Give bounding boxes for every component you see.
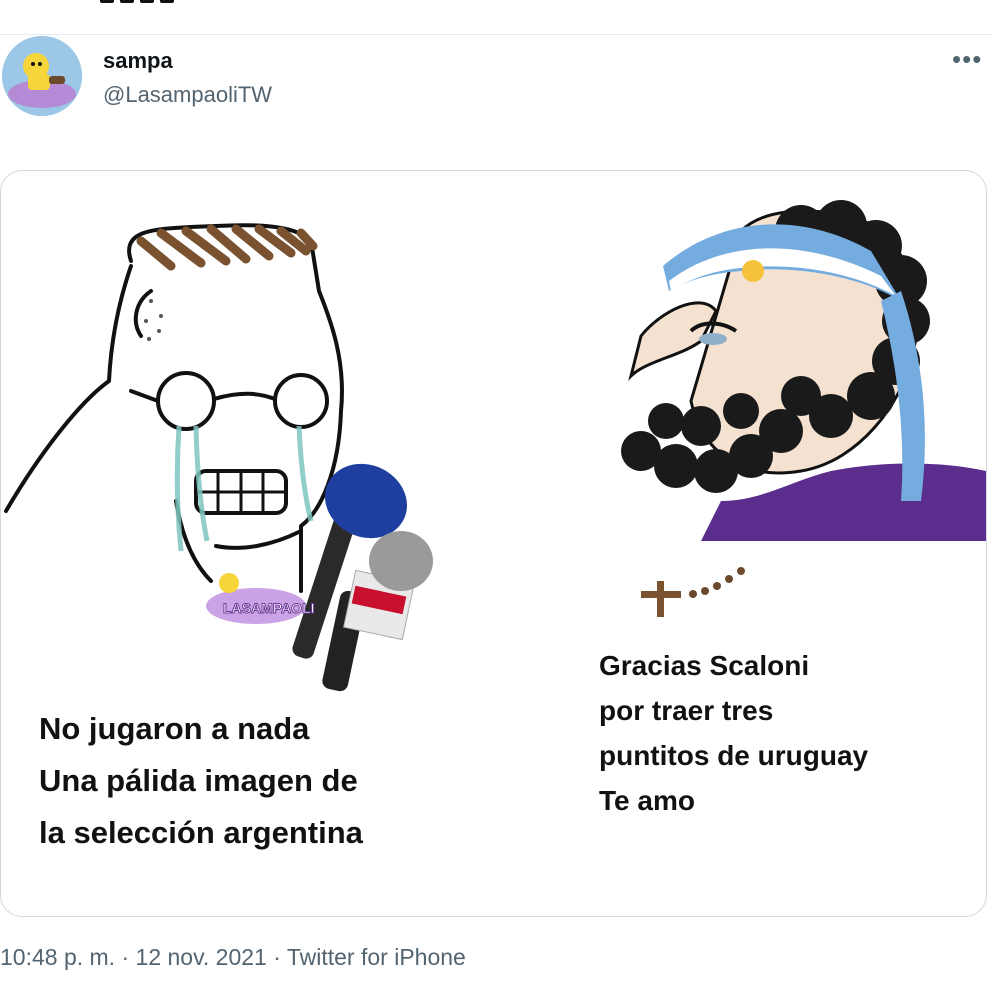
caption-line: la selección argentina — [39, 815, 363, 850]
chad-character — [621, 200, 986, 617]
watermark-text: LASAMPAOLI — [223, 600, 315, 616]
separator: · — [266, 944, 287, 970]
avatar-image — [2, 36, 82, 116]
tweet-meta: 10:48 p. m. · 12 nov. 2021 · Twitter for… — [0, 944, 466, 971]
right-caption: Gracias Scaloni por traer tres puntitos … — [599, 643, 868, 823]
author-name[interactable]: sampa — [103, 48, 173, 74]
cropped-header-text — [100, 0, 200, 4]
caption-line: Una pálida imagen de — [39, 763, 358, 798]
tweet-media[interactable]: LASAMPAOLI No jugaron a nada Una pálida … — [0, 170, 987, 917]
author-handle[interactable]: @LasampaoliTW — [103, 82, 272, 108]
caption-line: puntitos de uruguay — [599, 740, 869, 771]
stubble — [144, 299, 163, 341]
hair — [136, 224, 318, 271]
left-caption: No jugaron a nada Una pálida imagen de l… — [39, 703, 363, 859]
tears — [174, 425, 314, 552]
watermark-logo: LASAMPAOLI — [206, 573, 315, 624]
ellipsis-icon[interactable]: ••• — [952, 44, 982, 75]
tweet-date[interactable]: 12 nov. 2021 — [136, 944, 267, 970]
caption-line: por traer tres — [599, 695, 774, 726]
caption-line: Te amo — [599, 785, 695, 816]
rosary — [641, 567, 745, 617]
separator: · — [115, 944, 136, 970]
tweet-time[interactable]: 10:48 p. m. — [0, 944, 115, 970]
crying-character — [4, 223, 344, 593]
caption-line: No jugaron a nada — [39, 711, 310, 746]
divider — [0, 34, 992, 35]
tweet-source[interactable]: Twitter for iPhone — [287, 944, 466, 970]
caption-line: Gracias Scaloni — [599, 650, 810, 681]
avatar[interactable] — [2, 36, 82, 116]
